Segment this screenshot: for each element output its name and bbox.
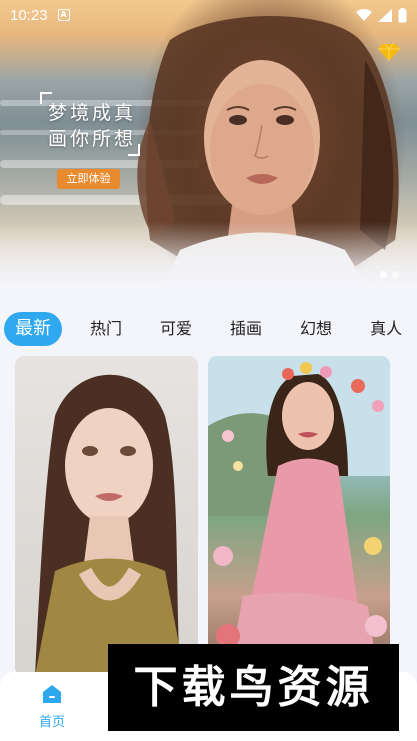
- banner-fade: [0, 222, 417, 292]
- slogan-line-1: 梦境成真: [48, 102, 137, 124]
- nav-home[interactable]: 首页: [30, 683, 74, 733]
- category-tabs: 最新 热门 可爱 插画 幻想 真人: [0, 310, 417, 348]
- home-icon: [43, 685, 61, 703]
- tab-hot[interactable]: 热门: [80, 312, 132, 346]
- tab-fantasy[interactable]: 幻想: [290, 312, 342, 346]
- tab-cute[interactable]: 可爱: [150, 312, 202, 346]
- carousel-indicator: [380, 271, 399, 278]
- artwork-image: [35, 374, 185, 676]
- wifi-icon: [356, 8, 372, 21]
- slogan-bracket-bottom: [128, 144, 140, 156]
- artwork-card[interactable]: [208, 356, 390, 676]
- a-square-icon: A: [57, 9, 70, 21]
- carousel-dot[interactable]: [392, 271, 399, 278]
- nav-home-label: 首页: [38, 715, 65, 730]
- watermark-logo: 下载鸟资源: [108, 644, 399, 731]
- artwork-card[interactable]: [15, 356, 198, 676]
- tab-latest[interactable]: 最新: [4, 312, 62, 346]
- try-now-button[interactable]: 立即体验: [57, 169, 120, 189]
- signal-icon: [378, 8, 392, 22]
- slogan-line-2: 画你所想: [48, 128, 137, 150]
- battery-icon: [398, 7, 407, 22]
- status-time: 10:23: [10, 6, 48, 24]
- tab-real-person[interactable]: 真人: [360, 312, 412, 346]
- carousel-dot-active[interactable]: [380, 271, 387, 278]
- hero-banner[interactable]: 10:23 A 梦境成真 画你所想 立即体验: [0, 0, 417, 292]
- artwork-image: [208, 356, 390, 676]
- tab-illustration[interactable]: 插画: [220, 312, 272, 346]
- diamond-icon[interactable]: [378, 40, 400, 62]
- status-bar: 10:23 A: [0, 0, 417, 30]
